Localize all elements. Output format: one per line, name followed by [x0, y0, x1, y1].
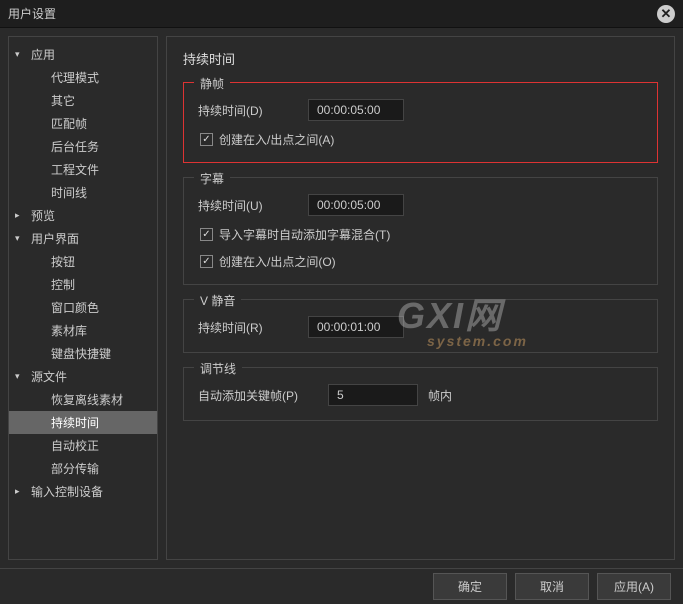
- settings-dialog: 用户设置 ✕ ▾ 应用代理模式其它匹配帧后台任务工程文件时间线 ▸ 预览 ▾ 用户界面按钮…: [0, 0, 683, 604]
- tree-parent[interactable]: ▾ 用户界面: [9, 227, 157, 250]
- chevron-icon: ▾: [15, 371, 27, 382]
- tree-child[interactable]: 工程文件: [9, 158, 157, 181]
- tree-child[interactable]: 时间线: [9, 181, 157, 204]
- tree-label: 用户界面: [31, 230, 79, 247]
- rubber-suffix: 帧内: [428, 387, 452, 404]
- rubber-keyframe-row: 自动添加关键帧(P) 帧内: [198, 384, 643, 406]
- group-still: 静帧 持续时间(D) ✓ 创建在入/出点之间(A): [183, 82, 658, 163]
- tree-child[interactable]: 自动校正: [9, 434, 157, 457]
- subtitle-check1-label: 导入字幕时自动添加字幕混合(T): [219, 226, 390, 243]
- tree-child[interactable]: 恢复离线素材: [9, 388, 157, 411]
- subtitle-automix-checkbox[interactable]: ✓: [200, 228, 213, 241]
- dialog-body: ▾ 应用代理模式其它匹配帧后台任务工程文件时间线 ▸ 预览 ▾ 用户界面按钮控制窗口颜色素…: [0, 28, 683, 568]
- subtitle-duration-label: 持续时间(U): [198, 197, 298, 214]
- group-subtitle: 字幕 持续时间(U) ✓ 导入字幕时自动添加字幕混合(T) ✓ 创建在入/出点之…: [183, 177, 658, 285]
- still-duration-label: 持续时间(D): [198, 102, 298, 119]
- tree-child[interactable]: 代理模式: [9, 66, 157, 89]
- apply-button[interactable]: 应用(A): [597, 573, 671, 600]
- tree-label: 预览: [31, 207, 55, 224]
- subtitle-duration-input[interactable]: [308, 194, 404, 216]
- tree-child[interactable]: 后台任务: [9, 135, 157, 158]
- vmute-duration-row: 持续时间(R): [198, 316, 643, 338]
- chevron-icon: ▸: [15, 210, 27, 221]
- chevron-icon: ▾: [15, 233, 27, 244]
- close-icon[interactable]: ✕: [657, 5, 675, 23]
- tree-child[interactable]: 匹配帧: [9, 112, 157, 135]
- tree-child[interactable]: 键盘快捷键: [9, 342, 157, 365]
- subtitle-duration-row: 持续时间(U): [198, 194, 643, 216]
- tree-label: 输入控制设备: [31, 483, 103, 500]
- tree-parent[interactable]: ▸ 输入控制设备: [9, 480, 157, 503]
- rubber-keyframe-input[interactable]: [328, 384, 418, 406]
- sidebar: ▾ 应用代理模式其它匹配帧后台任务工程文件时间线 ▸ 预览 ▾ 用户界面按钮控制窗口颜色素…: [8, 36, 158, 560]
- tree-parent[interactable]: ▸ 预览: [9, 204, 157, 227]
- cancel-button[interactable]: 取消: [515, 573, 589, 600]
- subtitle-check2-row: ✓ 创建在入/出点之间(O): [198, 253, 643, 270]
- group-still-label: 静帧: [194, 75, 230, 92]
- tree-child[interactable]: 窗口颜色: [9, 296, 157, 319]
- subtitle-check2-label: 创建在入/出点之间(O): [219, 253, 336, 270]
- group-vmute-label: V 静音: [194, 292, 241, 309]
- group-rubber: 调节线 自动添加关键帧(P) 帧内: [183, 367, 658, 421]
- tree-child[interactable]: 控制: [9, 273, 157, 296]
- chevron-icon: ▾: [15, 49, 27, 60]
- chevron-icon: ▸: [15, 486, 27, 497]
- group-subtitle-label: 字幕: [194, 170, 230, 187]
- content-panel: 持续时间 静帧 持续时间(D) ✓ 创建在入/出点之间(A) 字幕 持续时间(U…: [166, 36, 675, 560]
- tree-child[interactable]: 持续时间: [9, 411, 157, 434]
- footer: 确定 取消 应用(A): [0, 568, 683, 604]
- tree-label: 应用: [31, 46, 55, 63]
- dialog-title: 用户设置: [8, 5, 56, 22]
- still-duration-input[interactable]: [308, 99, 404, 121]
- tree-parent[interactable]: ▾ 应用: [9, 43, 157, 66]
- group-vmute: V 静音 持续时间(R): [183, 299, 658, 353]
- titlebar: 用户设置 ✕: [0, 0, 683, 28]
- tree-child[interactable]: 素材库: [9, 319, 157, 342]
- tree-parent[interactable]: ▾ 源文件: [9, 365, 157, 388]
- still-checkbox-row: ✓ 创建在入/出点之间(A): [198, 131, 643, 148]
- still-checkbox-label: 创建在入/出点之间(A): [219, 131, 334, 148]
- tree-child[interactable]: 按钮: [9, 250, 157, 273]
- tree-child[interactable]: 其它: [9, 89, 157, 112]
- rubber-keyframe-label: 自动添加关键帧(P): [198, 387, 318, 404]
- subtitle-check1-row: ✓ 导入字幕时自动添加字幕混合(T): [198, 226, 643, 243]
- group-rubber-label: 调节线: [194, 360, 242, 377]
- vmute-duration-input[interactable]: [308, 316, 404, 338]
- content-title: 持续时间: [183, 49, 658, 68]
- subtitle-between-checkbox[interactable]: ✓: [200, 255, 213, 268]
- still-duration-row: 持续时间(D): [198, 99, 643, 121]
- tree-label: 源文件: [31, 368, 67, 385]
- tree-child[interactable]: 部分传输: [9, 457, 157, 480]
- vmute-duration-label: 持续时间(R): [198, 319, 298, 336]
- ok-button[interactable]: 确定: [433, 573, 507, 600]
- still-between-checkbox[interactable]: ✓: [200, 133, 213, 146]
